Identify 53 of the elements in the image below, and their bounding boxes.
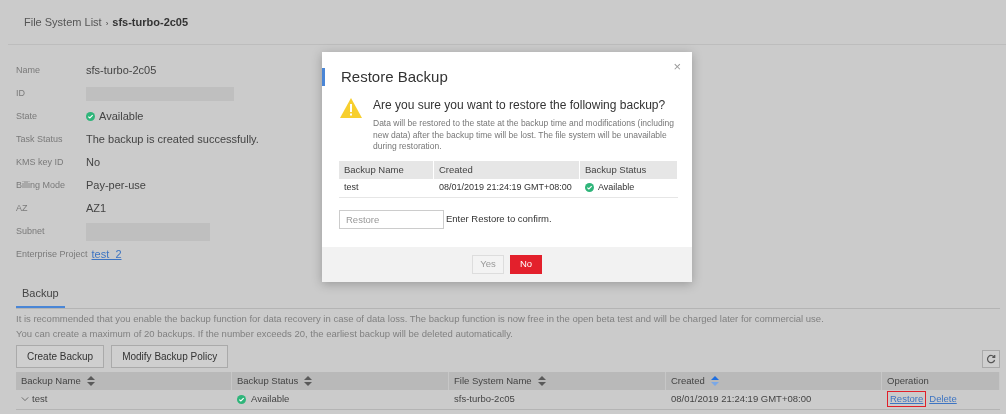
table-cell-text: test bbox=[32, 392, 48, 406]
column-header: Backup Status bbox=[580, 160, 678, 179]
confirm-question: Are you sure you want to restore the following backup? bbox=[373, 97, 667, 114]
breadcrumb-separator: › bbox=[105, 19, 109, 28]
action-button[interactable]: Modify Backup Policy bbox=[111, 344, 229, 368]
detail-label: Billing Mode bbox=[16, 178, 67, 192]
breadcrumb-current: sfs-turbo-2c05 bbox=[112, 16, 189, 28]
dialog-title: Restore Backup bbox=[322, 68, 692, 86]
warning-description: Data will be restored to the state at the backup time and modifications (including new data) after the backup time will be lost. The file system will be unavailable during restoration. bbox=[373, 118, 675, 153]
tab[interactable]: Backup bbox=[16, 282, 65, 308]
detail-value: AZ1 bbox=[86, 201, 107, 217]
table-cell-text: 08/01/2019 21:24:19 GMT+08:00 bbox=[439, 180, 572, 194]
action-button[interactable]: Create Backup bbox=[16, 344, 105, 368]
detail-value: No bbox=[86, 155, 101, 171]
column-header[interactable]: Backup Status bbox=[232, 371, 449, 390]
detail-label: KMS key ID bbox=[16, 155, 65, 169]
confirm-input[interactable]: Restore bbox=[339, 209, 444, 229]
refresh-icon bbox=[986, 353, 996, 364]
column-header[interactable]: Created bbox=[666, 371, 882, 390]
table-cell-text: Available bbox=[251, 392, 290, 406]
table-cell-text: Available bbox=[598, 180, 635, 194]
operation-link[interactable]: Delete bbox=[926, 391, 960, 407]
table-cell-text: 08/01/2019 21:24:19 GMT+08:00 bbox=[671, 392, 812, 406]
check-circle-icon bbox=[237, 394, 246, 404]
detail-label: Enterprise Project bbox=[16, 247, 89, 261]
column-header[interactable]: Backup Name bbox=[16, 371, 232, 390]
column-header: Operation bbox=[882, 371, 1000, 390]
column-header: Created bbox=[434, 160, 580, 179]
check-circle-icon bbox=[585, 183, 594, 192]
table-cell-text: sfs-turbo-2c05 bbox=[454, 392, 515, 406]
detail-label: Name bbox=[16, 63, 41, 77]
status-text: Available bbox=[99, 109, 144, 125]
detail-link[interactable]: test_2 bbox=[91, 246, 122, 263]
refresh-button[interactable] bbox=[982, 349, 1000, 368]
table-cell-text: test bbox=[344, 180, 359, 194]
warning-icon bbox=[339, 96, 363, 120]
detail-label: State bbox=[16, 109, 38, 123]
detail-value: Pay-per-use bbox=[86, 178, 146, 194]
confirm-hint: Enter Restore to confirm. bbox=[446, 211, 552, 226]
detail-label: AZ bbox=[16, 201, 29, 215]
column-header[interactable]: File System Name bbox=[449, 371, 666, 390]
operation-link[interactable]: Restore bbox=[887, 391, 927, 407]
info-note: It is recommended that you enable the backup function for data recovery in case of data loss. The backup function is now free in the open beta test and will be charged later for commercial use. bbox=[16, 312, 825, 324]
check-circle-icon bbox=[86, 112, 95, 121]
detail-label: Subnet bbox=[16, 224, 46, 238]
detail-label: Task Status bbox=[16, 132, 64, 146]
detail-label: ID bbox=[16, 86, 26, 100]
detail-value: The backup is created successfully. bbox=[86, 132, 259, 148]
breadcrumb-link[interactable]: File System List bbox=[24, 16, 102, 28]
cancel-button[interactable]: No bbox=[510, 255, 542, 274]
info-note: You can create a maximum of 20 backups. If the number exceeds 20, the earliest backup will be deleted automatically. bbox=[16, 327, 514, 339]
column-header: Backup Name bbox=[339, 160, 434, 179]
detail-value: sfs-turbo-2c05 bbox=[86, 63, 157, 79]
